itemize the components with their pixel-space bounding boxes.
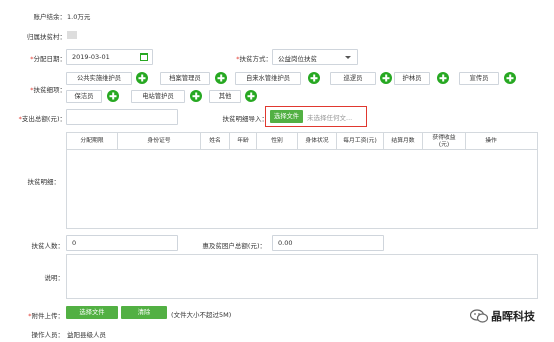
add-other-button[interactable] [245, 90, 257, 102]
detail-table: 分配期限 身份证号 姓名 年龄 性别 身体状况 每月工资(元) 结算月数 获得收… [66, 132, 538, 229]
add-promotion-button[interactable] [504, 72, 516, 84]
beneficiary-count-input[interactable]: 0 [66, 235, 178, 251]
col-name: 姓名 [209, 138, 221, 144]
village-value-blurred [67, 31, 77, 39]
detail-label: 扶贫明细： [27, 178, 61, 186]
col-months: 结算月数 [391, 138, 415, 144]
import-file-status: 未选择任何文... [307, 114, 353, 122]
note-textarea[interactable] [66, 254, 538, 299]
import-choose-file-button[interactable]: 选择文件 [270, 110, 303, 123]
operator-label: 操作人员： [31, 331, 65, 339]
method-value: 公益岗位扶贫 [278, 55, 317, 63]
beneficiary-count-label: 扶贫人数： [31, 242, 65, 250]
col-health: 身体状况 [305, 138, 329, 144]
tag-public-facility[interactable]: 公共实施维护员 [66, 72, 132, 85]
village-label: 归属扶贫村： [27, 33, 66, 41]
col-age: 年龄 [237, 138, 249, 144]
total-label: *支出总额(元)： [18, 115, 66, 123]
account-balance-value: 1.0万元 [67, 13, 91, 21]
tag-other[interactable]: 其他 [209, 90, 241, 103]
tag-promotion[interactable]: 宣传员 [459, 72, 499, 85]
operator-value: 益阳县级人员 [67, 331, 106, 339]
household-total-label: 惠及贫困户总额(元)： [202, 242, 266, 250]
tag-patrol[interactable]: 巡逻员 [330, 72, 376, 85]
distribution-date-label: *分配日期： [30, 55, 66, 63]
add-cleaner-button[interactable] [107, 90, 119, 102]
attachment-hint: (文件大小不超过5M) [171, 311, 232, 319]
tag-power-station[interactable]: 电站管护员 [131, 90, 185, 103]
watermark-brand: 晶晖科技 [491, 310, 535, 323]
add-water-pipe-button[interactable] [308, 72, 320, 84]
attachment-label: *附件上传： [28, 312, 64, 320]
add-public-facility-button[interactable] [136, 72, 148, 84]
col-gender: 性别 [271, 138, 283, 144]
attachment-choose-file-button[interactable]: 选择文件 [66, 306, 118, 319]
col-monthly-wage: 每月工资(元) [343, 138, 377, 144]
tag-water-pipe[interactable]: 自来水管维护员 [235, 72, 301, 85]
household-total-input[interactable]: 0.00 [272, 235, 384, 251]
col-period: 分配期限 [80, 138, 104, 144]
method-select[interactable]: 公益岗位扶贫 [272, 49, 358, 65]
distribution-date-field[interactable]: 2019-03-01 [66, 49, 153, 65]
add-forest-button[interactable] [437, 72, 449, 84]
add-patrol-button[interactable] [380, 72, 392, 84]
add-power-station-button[interactable] [190, 90, 202, 102]
note-label: 说明： [44, 274, 65, 282]
method-label: *扶贫方式： [236, 55, 272, 63]
tag-archive[interactable]: 档案管理员 [160, 72, 210, 85]
tag-cleaner[interactable]: 保洁员 [66, 90, 102, 103]
tag-forest[interactable]: 护林员 [394, 72, 430, 85]
add-archive-button[interactable] [215, 72, 227, 84]
account-balance-label: 账户结余： [33, 13, 67, 21]
attachment-clear-button[interactable]: 清除 [121, 306, 167, 319]
distribution-date-value: 2019-03-01 [72, 53, 110, 61]
total-input[interactable] [66, 109, 178, 125]
detail-table-header: 分配期限 身份证号 姓名 年龄 性别 身体状况 每月工资(元) 结算月数 获得收… [67, 133, 537, 150]
items-label: *扶贫细项： [30, 86, 66, 94]
col-action: 操作 [485, 138, 497, 144]
wechat-logo-icon [469, 309, 489, 323]
calendar-icon[interactable] [140, 53, 148, 61]
import-label: 扶贫明细导入： [222, 115, 269, 123]
chevron-down-icon [345, 56, 351, 59]
col-id-number: 身份证号 [147, 138, 171, 144]
col-income: 获得收益 (元) [432, 134, 456, 148]
